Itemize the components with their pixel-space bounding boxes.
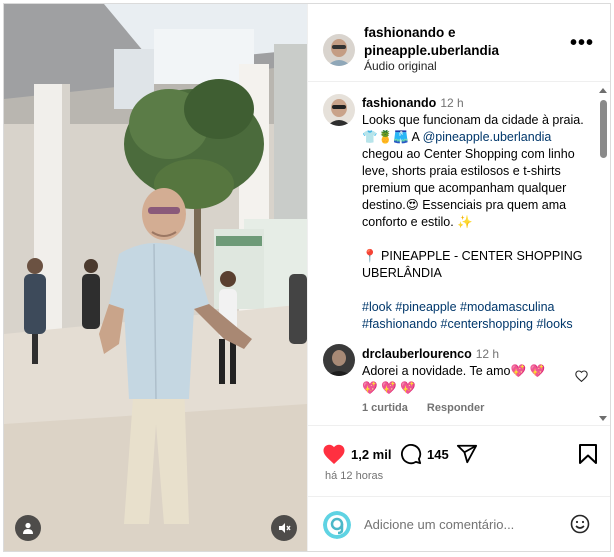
save-button[interactable]	[578, 443, 598, 465]
post-header: fashionando e pineapple.uberlandia Áudio…	[308, 4, 610, 82]
mention-link[interactable]: @pineapple.uberlandia	[423, 130, 552, 144]
caption-emoji: 👕🍍🩳	[362, 130, 409, 144]
comment-like-button[interactable]	[575, 369, 588, 387]
post-dialog: fashionando e pineapple.uberlandia Áudio…	[3, 3, 611, 552]
comment-username[interactable]: drclauberlourenco	[362, 347, 472, 361]
caption-hashtags[interactable]: #look #pineapple #modamasculina #fashion…	[362, 299, 590, 333]
caption-line1: Looks que funcionam da cidade à praia.	[362, 113, 584, 127]
comment-text: Adorei a novidade. Te amo💖 💖 💖 💖 💖	[362, 364, 546, 395]
post-side-panel: fashionando e pineapple.uberlandia Áudio…	[307, 4, 610, 551]
action-bar: 1,2 mil 145 há 12 horas	[308, 426, 610, 496]
post-time-ago[interactable]: há 12 horas	[325, 470, 383, 482]
comment: drclauberlourenco 12 h Adorei a novidade.…	[362, 346, 562, 397]
share-icon	[456, 444, 478, 464]
comment-time: 12 h	[475, 347, 500, 361]
emoji-picker-button[interactable]	[570, 514, 590, 539]
audio-label[interactable]: Áudio original	[364, 59, 437, 73]
user-tag-icon	[23, 522, 33, 534]
comment-icon	[400, 443, 422, 465]
comment-count: 145	[427, 446, 449, 462]
caption-location: 📍 PINEAPPLE - CENTER SHOPPING UBERLÂNDIA	[362, 249, 583, 280]
like-button[interactable]: 1,2 mil	[322, 443, 391, 465]
comments-section[interactable]: fashionando 12 h Looks que funcionam da c…	[308, 82, 610, 426]
caption-time: 12 h	[440, 96, 464, 110]
muted-icon	[279, 523, 291, 533]
comment-meta: 1 curtida Responder	[362, 402, 500, 414]
heart-outline-icon	[575, 370, 588, 383]
caption-avatar[interactable]	[323, 94, 355, 126]
scrollbar-thumb[interactable]	[600, 100, 607, 158]
mute-toggle-button[interactable]	[271, 515, 297, 541]
video-frame	[4, 4, 307, 551]
comment-button[interactable]: 145	[400, 443, 449, 465]
caption-username[interactable]: fashionando	[362, 96, 436, 110]
scroll-up-arrow[interactable]	[599, 88, 607, 93]
reply-button[interactable]: Responder	[427, 402, 484, 414]
commenter-avatar[interactable]	[323, 344, 355, 376]
comment-composer: Adicione um comentário...	[308, 496, 610, 551]
more-horizontal-icon: •••	[569, 32, 594, 54]
bookmark-icon	[579, 444, 597, 464]
tagged-users-button[interactable]	[15, 515, 41, 541]
current-user-avatar	[323, 511, 351, 539]
post-authors[interactable]: fashionando e pineapple.uberlandia	[364, 24, 564, 60]
more-options-button[interactable]: •••	[570, 33, 594, 53]
comment-likes[interactable]: 1 curtida	[362, 402, 408, 414]
post-video[interactable]	[4, 4, 307, 551]
author-avatar[interactable]	[323, 34, 355, 66]
share-button[interactable]	[456, 443, 478, 465]
emoji-icon	[570, 514, 590, 534]
comment-input[interactable]: Adicione um comentário...	[364, 517, 514, 532]
like-count[interactable]: 1,2 mil	[351, 447, 391, 462]
heart-filled-icon	[323, 444, 345, 464]
post-caption: fashionando 12 h Looks que funcionam da c…	[362, 95, 590, 333]
scroll-down-arrow[interactable]	[599, 416, 607, 421]
